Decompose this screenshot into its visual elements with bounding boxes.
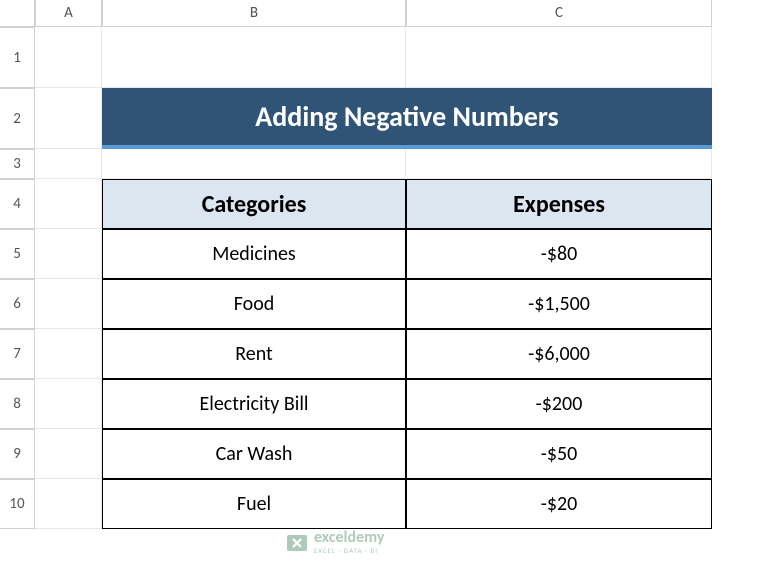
table-row[interactable]: -$50 (406, 429, 712, 479)
cell-a5[interactable] (35, 229, 102, 279)
table-row[interactable]: -$200 (406, 379, 712, 429)
cell-a3[interactable] (35, 149, 102, 179)
header-expenses[interactable]: Expenses (406, 179, 712, 229)
col-header-a[interactable]: A (35, 0, 102, 27)
cell-a9[interactable] (35, 429, 102, 479)
col-header-b[interactable]: B (102, 0, 406, 27)
row-header-7[interactable]: 7 (0, 329, 35, 379)
row-header-5[interactable]: 5 (0, 229, 35, 279)
watermark-name: exceldemy (314, 530, 384, 546)
table-row[interactable]: -$20 (406, 479, 712, 529)
cell-c3[interactable] (406, 149, 712, 179)
cell-c1[interactable] (406, 27, 712, 88)
col-header-c[interactable]: C (406, 0, 712, 27)
row-header-6[interactable]: 6 (0, 279, 35, 329)
cell-a2[interactable] (35, 88, 102, 149)
cell-a8[interactable] (35, 379, 102, 429)
watermark: exceldemy EXCEL · DATA · BI (285, 530, 384, 555)
watermark-tagline: EXCEL · DATA · BI (314, 546, 384, 555)
table-row[interactable]: Fuel (102, 479, 406, 529)
table-row[interactable]: Car Wash (102, 429, 406, 479)
row-header-2[interactable]: 2 (0, 88, 35, 149)
row-header-9[interactable]: 9 (0, 429, 35, 479)
cell-a10[interactable] (35, 479, 102, 529)
cell-a7[interactable] (35, 329, 102, 379)
row-header-10[interactable]: 10 (0, 479, 35, 529)
cell-a4[interactable] (35, 179, 102, 229)
cell-a6[interactable] (35, 279, 102, 329)
table-row[interactable]: Food (102, 279, 406, 329)
row-header-3[interactable]: 3 (0, 149, 35, 179)
table-row[interactable]: Medicines (102, 229, 406, 279)
spreadsheet-grid[interactable]: A B C 1 2 Adding Negative Numbers 3 4 Ca… (0, 0, 767, 529)
table-row[interactable]: -$6,000 (406, 329, 712, 379)
row-header-8[interactable]: 8 (0, 379, 35, 429)
table-row[interactable]: Rent (102, 329, 406, 379)
row-header-4[interactable]: 4 (0, 179, 35, 229)
select-all-corner[interactable] (0, 0, 35, 27)
table-row[interactable]: -$1,500 (406, 279, 712, 329)
table-row[interactable]: -$80 (406, 229, 712, 279)
cell-b1[interactable] (102, 27, 406, 88)
row-header-1[interactable]: 1 (0, 27, 35, 88)
cell-a1[interactable] (35, 27, 102, 88)
table-row[interactable]: Electricity Bill (102, 379, 406, 429)
header-categories[interactable]: Categories (102, 179, 406, 229)
excel-icon (285, 531, 309, 555)
cell-b3[interactable] (102, 149, 406, 179)
page-title[interactable]: Adding Negative Numbers (102, 88, 712, 149)
